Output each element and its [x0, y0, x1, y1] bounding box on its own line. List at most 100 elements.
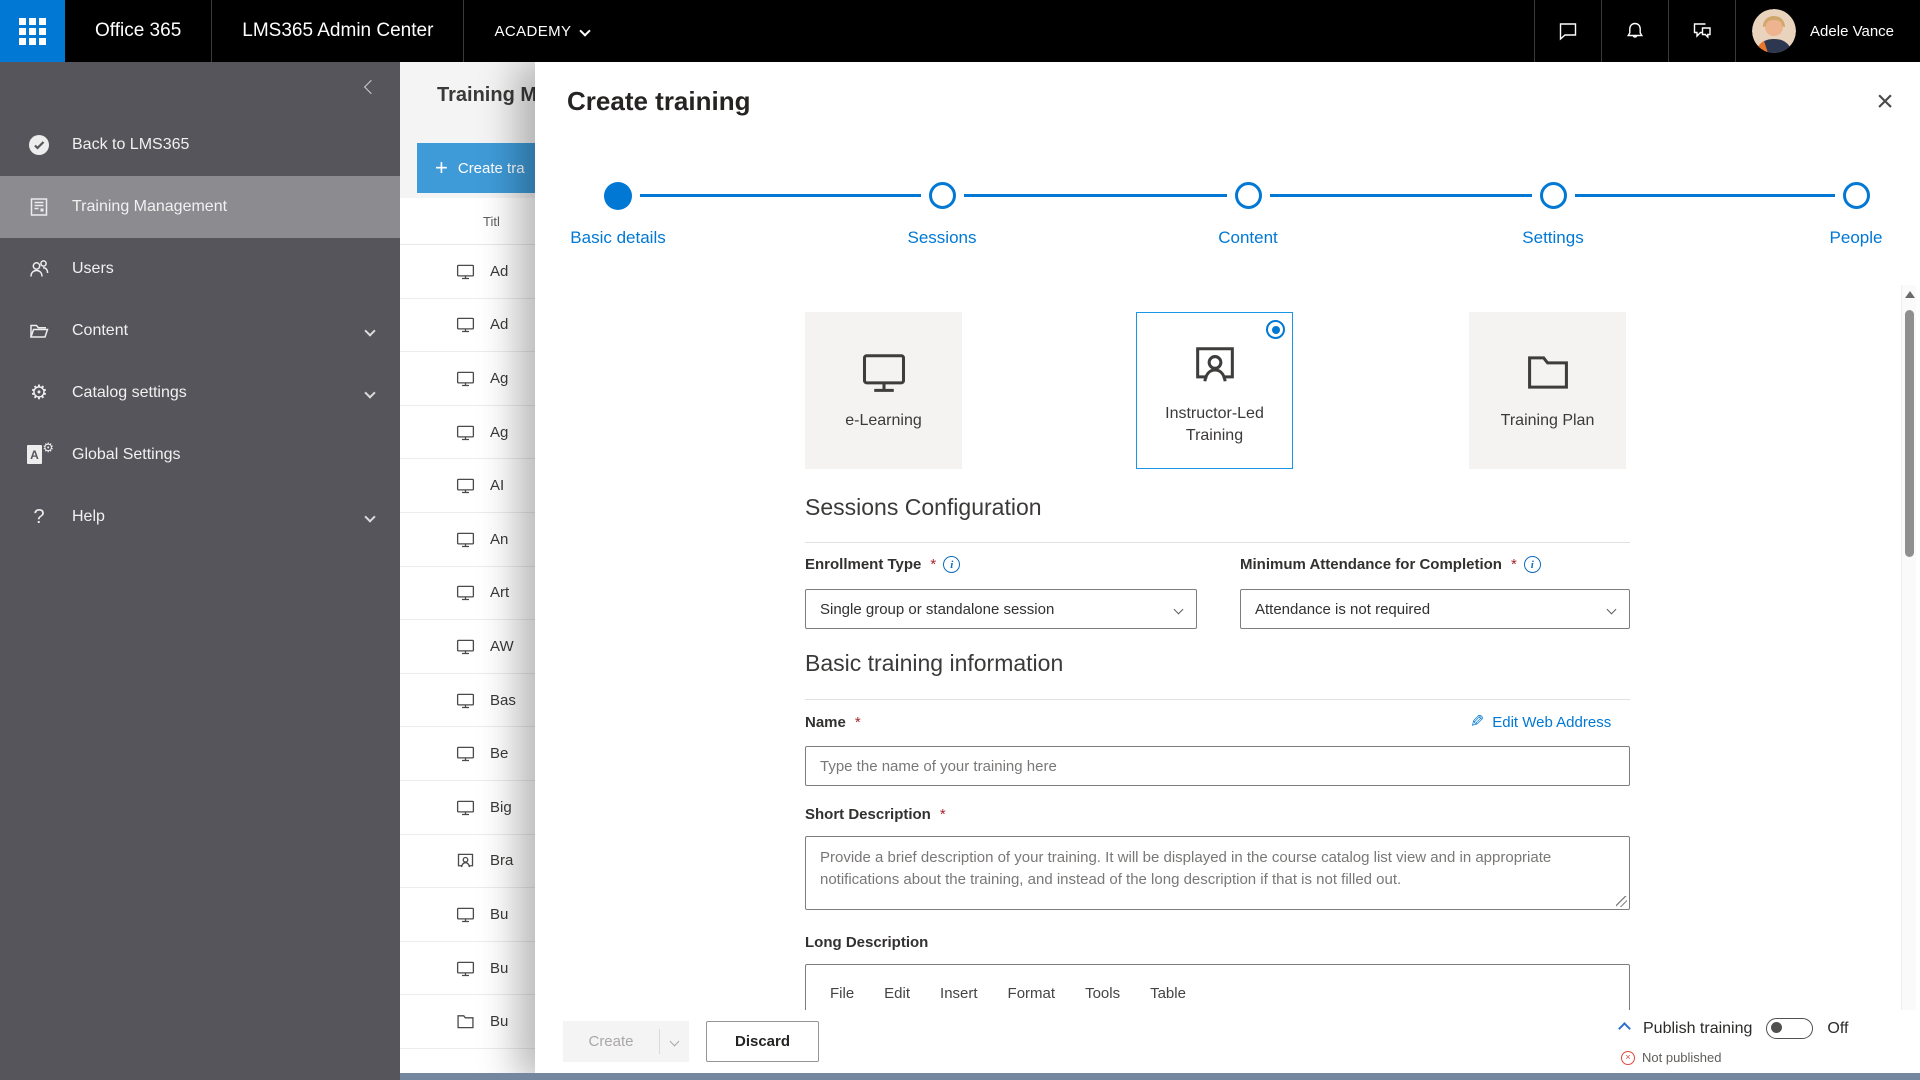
table-row[interactable]: An: [400, 512, 535, 567]
sidebar-item-global-settings[interactable]: A ⚙ Global Settings: [0, 424, 400, 486]
basic-information-heading: Basic training information: [805, 650, 1064, 676]
step-label-basic-details[interactable]: Basic details: [538, 228, 698, 248]
sidebar-item-label: Global Settings: [72, 446, 181, 463]
chevron-down-icon: [579, 25, 592, 37]
plus-icon: +: [435, 155, 448, 180]
section-divider: [805, 542, 1630, 543]
create-button-label: Create: [588, 1033, 634, 1050]
table-row[interactable]: Ad: [400, 245, 535, 299]
publish-toggle[interactable]: [1766, 1018, 1814, 1039]
chevron-up-icon[interactable]: [1618, 1022, 1631, 1035]
e-learning-icon: [456, 800, 475, 815]
training-plan-icon: [457, 1015, 474, 1029]
office365-brand[interactable]: Office 365: [65, 0, 211, 62]
feedback-button[interactable]: [1669, 0, 1735, 62]
table-row[interactable]: Ad: [400, 298, 535, 353]
table-row[interactable]: Art: [400, 566, 535, 621]
step-label-sessions[interactable]: Sessions: [862, 228, 1022, 248]
name-input[interactable]: [805, 746, 1630, 786]
info-icon[interactable]: i: [1523, 556, 1541, 573]
training-type-label: Instructor-Led Training: [1165, 405, 1264, 444]
minimum-attendance-select[interactable]: Attendance is not required: [1240, 589, 1630, 629]
tenant-name: ACADEMY: [494, 22, 572, 40]
scrollbar-thumb[interactable]: [1905, 310, 1914, 557]
table-row[interactable]: Bu: [400, 888, 535, 942]
publish-section: Publish training Off: [1618, 1018, 1849, 1039]
account-menu[interactable]: Adele Vance: [1736, 0, 1920, 62]
training-type-card-training-plan[interactable]: Training Plan: [1469, 312, 1626, 469]
table-row[interactable]: Ag: [400, 405, 535, 460]
step-label-people[interactable]: People: [1776, 228, 1920, 248]
step-people-dot[interactable]: [1843, 182, 1870, 209]
table-row[interactable]: Bu: [400, 941, 535, 996]
step-settings-dot[interactable]: [1540, 182, 1567, 209]
table-row[interactable]: Ag: [400, 352, 535, 406]
waffle-icon: [19, 17, 46, 45]
table-row[interactable]: Bu: [400, 995, 535, 1049]
training-type-label: e-Learning: [845, 412, 922, 429]
sidebar: Back to LMS365 Training Management Users…: [0, 62, 400, 1080]
editor-menu-item-file[interactable]: File: [830, 985, 854, 1002]
topbar-actions: Adele Vance: [1534, 0, 1920, 62]
step-basic-details-dot[interactable]: [604, 182, 632, 210]
create-training-button[interactable]: + Create tra: [417, 143, 535, 193]
editor-menu-item-table[interactable]: Table: [1150, 985, 1186, 1002]
sidebar-item-catalog-settings[interactable]: ⚙ Catalog settings: [0, 362, 400, 424]
admin-center-brand[interactable]: LMS365 Admin Center: [212, 0, 463, 62]
editor-menu-item-tools[interactable]: Tools: [1085, 985, 1120, 1002]
e-learning-icon: [456, 264, 475, 279]
info-icon[interactable]: i: [943, 556, 961, 573]
top-bar: Office 365 LMS365 Admin Center ACADEMY A…: [0, 0, 1920, 62]
title-column-header[interactable]: Titl: [400, 198, 535, 245]
editor-menu-item-format[interactable]: Format: [1008, 985, 1056, 1002]
step-sessions-dot[interactable]: [929, 182, 956, 209]
row-title: Ad: [490, 316, 509, 334]
table-row[interactable]: Big: [400, 780, 535, 835]
app-launcher-button[interactable]: [0, 0, 65, 62]
training-type-card-instructor-led[interactable]: Instructor-Led Training: [1136, 312, 1293, 469]
notifications-button[interactable]: [1602, 0, 1668, 62]
close-button[interactable]: ×: [1867, 84, 1903, 120]
row-title: An: [490, 530, 509, 548]
edit-web-address-link[interactable]: ✎ Edit Web Address: [1470, 712, 1611, 732]
toggle-state-label: Off: [1827, 1019, 1849, 1037]
table-row[interactable]: AI: [400, 459, 535, 513]
editor-menu-item-edit[interactable]: Edit: [884, 985, 910, 1002]
page-title: Training M: [437, 84, 535, 106]
short-description-textarea[interactable]: [805, 836, 1630, 910]
lms365-admin-app: Office 365 LMS365 Admin Center ACADEMY A…: [0, 0, 1920, 1080]
label-text: Minimum Attendance for Completion: [1240, 556, 1502, 573]
table-row[interactable]: Bas: [400, 673, 535, 728]
sidebar-item-content[interactable]: Content: [0, 300, 400, 362]
scroll-up-button[interactable]: [1905, 291, 1915, 298]
enrollment-type-select[interactable]: Single group or standalone session: [805, 589, 1197, 629]
sidebar-item-back-to-lms365[interactable]: Back to LMS365: [0, 114, 400, 176]
sidebar-item-help[interactable]: ? Help: [0, 486, 400, 548]
table-row[interactable]: AW: [400, 620, 535, 674]
create-button[interactable]: Create: [563, 1021, 689, 1062]
label-text: Short Description: [805, 806, 931, 823]
modal-scrollbar[interactable]: [1901, 285, 1916, 1073]
sidebar-item-training-management[interactable]: Training Management: [0, 176, 400, 238]
chevron-down-icon: [1606, 604, 1617, 614]
sidebar-item-users[interactable]: Users: [0, 238, 400, 300]
sidebar-collapse-button[interactable]: [0, 62, 400, 114]
discard-button[interactable]: Discard: [706, 1021, 819, 1062]
table-row[interactable]: Be: [400, 727, 535, 781]
check-circle-icon: [26, 132, 52, 158]
editor-menu-item-insert[interactable]: Insert: [940, 985, 978, 1002]
radio-selected-icon[interactable]: [1266, 320, 1285, 339]
step-label-content[interactable]: Content: [1168, 228, 1328, 248]
table-row[interactable]: Bra: [400, 834, 535, 889]
step-label-settings[interactable]: Settings: [1473, 228, 1633, 248]
e-learning-icon: [456, 693, 475, 708]
tenant-selector[interactable]: ACADEMY: [464, 0, 619, 62]
resize-handle[interactable]: [1616, 896, 1627, 907]
required-asterisk: *: [930, 556, 937, 573]
training-type-card-elearning[interactable]: e-Learning: [805, 312, 962, 469]
sidebar-item-label: Back to LMS365: [72, 136, 190, 153]
step-content-dot[interactable]: [1235, 182, 1262, 209]
required-asterisk: *: [939, 806, 946, 823]
chat-button[interactable]: [1535, 0, 1601, 62]
e-learning-icon: [456, 371, 475, 387]
